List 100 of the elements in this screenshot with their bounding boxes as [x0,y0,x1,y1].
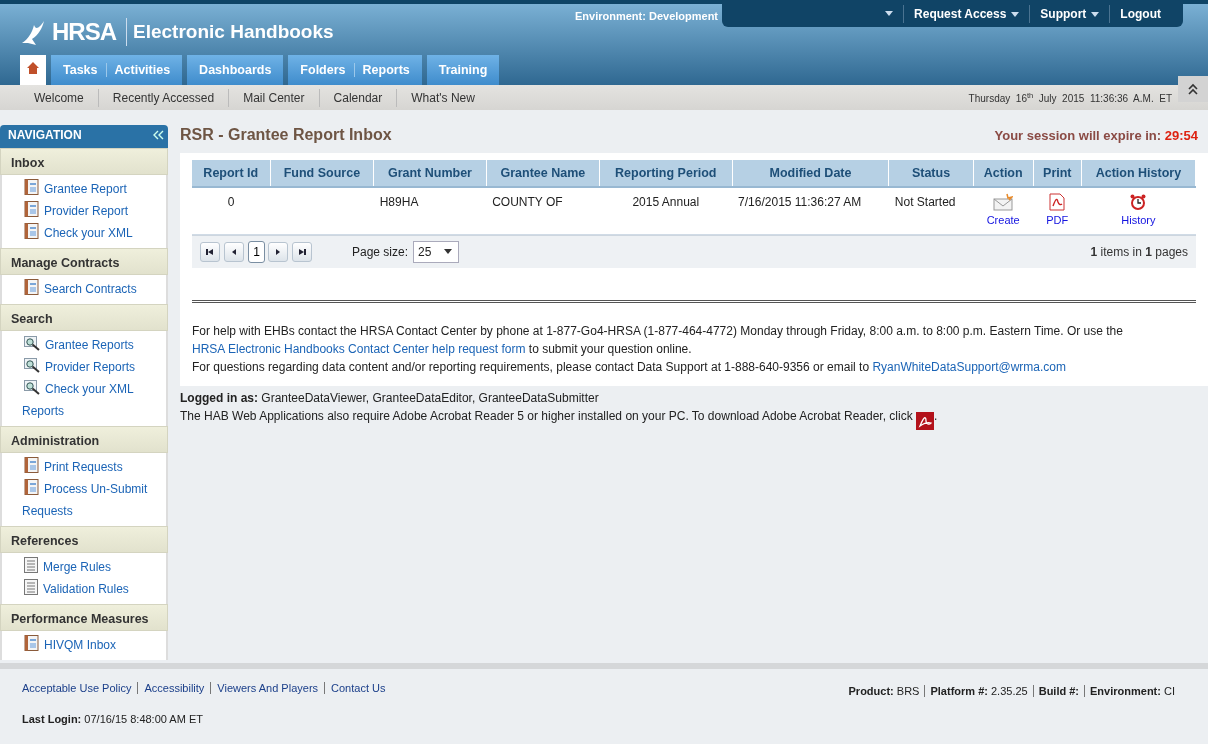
navigation-title: NAVIGATION [8,128,82,142]
home-tab[interactable] [20,55,46,85]
subnav-link[interactable]: Welcome [20,88,98,107]
column-header: Report Id [192,159,271,188]
column-header: Reporting Period [599,159,733,188]
product-info: Build #: [1032,685,1085,697]
column-header: Action [973,159,1034,188]
top-link[interactable]: Support [1029,4,1110,23]
home-icon [26,61,40,75]
pager-arrow-icon [297,246,307,257]
alarm-clock-icon [1129,193,1148,212]
sidebar-section-header: References [0,526,168,553]
table-cell: COUNTY OF [486,187,600,235]
sidebar-link[interactable]: Check your XML [22,222,166,244]
table-cell: Not Started [888,187,974,235]
caret-icon[interactable] [885,11,894,16]
sidebar-section-header: Performance Measures [0,604,168,631]
table-cell: H89HA [373,187,487,235]
report-book-icon [24,201,39,217]
sidebar-link[interactable]: Provider Reports [22,356,166,378]
logged-in-text: Logged in as: GranteeDataViewer, GranteeDataEditor, GranteeDataSubmitter [180,389,600,407]
sidebar-link[interactable]: Validation Rules [22,578,166,600]
document-lines-icon [24,557,38,573]
action-link[interactable]: Create [986,193,1020,229]
collapse-header-button[interactable] [1178,76,1208,102]
table-cell: 0 [192,187,271,235]
last-login: Last Login: 07/16/15 8:48:00 AM ET [22,712,204,727]
product-info: Product: BRS [847,685,921,697]
sidebar-section-header: Search [0,304,168,331]
page-title: RSR - Grantee Report Inbox [180,125,392,145]
footer-link[interactable]: Accessibility [137,682,211,694]
page-size-label: Page size: [352,243,409,261]
report-book-icon [24,223,39,239]
report-book-icon [24,457,39,473]
sidebar-section-header: Administration [0,426,168,453]
footer-link[interactable]: Acceptable Use Policy [22,682,138,694]
sidebar-link[interactable]: Check your XML Reports [22,378,166,422]
top-link[interactable]: Logout [1109,4,1171,23]
subnav-link[interactable]: Recently Accessed [97,88,229,107]
logo-text: HRSA [52,17,116,47]
first-page-button[interactable] [200,241,220,262]
sidebar-section-header: Inbox [0,148,168,175]
sidebar-link[interactable]: Print Requests [22,456,166,478]
report-book-icon [24,179,39,195]
acrobat-note-end: . [934,408,938,423]
date-time: Thursday 16$^{th}$ July 2015 11:36:36 A.M. ET [968,91,1172,106]
page-size-dropdown[interactable]: 25 [413,240,460,263]
acrobat-note: The HAB Web Applications also require Adobe Acrobat Reader 5 or higher installed on your PC. To download Adobe Acrobat Reader, click [180,408,914,423]
acrobat-download-link[interactable] [916,410,934,430]
help-link[interactable]: RyanWhiteDataSupport@wrma.com [872,359,1066,374]
app-title: Electronic Handbooks [126,17,334,47]
report-book-icon [24,635,39,651]
environment-label: Environment: Development [575,9,719,24]
product-info: Environment: CI [1084,685,1180,697]
page-number-button[interactable]: 1 [248,240,265,263]
action-link[interactable]: PDF [1046,193,1069,229]
pdf-document-icon [1048,193,1067,212]
subnav-link[interactable]: Mail Center [228,88,319,107]
session-timer: Your session will expire in: 29:54 [994,127,1198,145]
subnav-link[interactable]: What's New [396,88,489,107]
top-link[interactable]: Request Access [903,4,1030,23]
next-page-button[interactable] [268,241,288,262]
last-page-button[interactable] [292,241,312,262]
column-header: Grantee Name [486,159,600,188]
column-header: Print [1033,159,1082,188]
collapse-sidebar-button[interactable] [152,129,164,141]
help-paragraph: For help with EHBs contact the HRSA Contact Center by phone at 1-877-Go4-HRSA (1-877-464-4772) Monday through Friday, 8:00 a.m. to 8:00 p.m. Eastern Time. Or use the HRSA Electronic Handbooks Contact Center help request form to submit your question online. [192,322,1124,358]
column-header: Modified Date [732,159,889,188]
pager-arrow-icon [205,246,215,257]
magnifier-document-icon [24,380,40,395]
magnifier-document-icon [24,358,40,373]
help-paragraph: For questions regarding data content and/or reporting requirements, please contact Data Support at 1-888-640-9356 or email to RyanWhiteDataSupport@wrma.com [192,358,1067,376]
column-header: Status [888,159,974,188]
sidebar-link[interactable]: Process Un-Submit Requests [22,478,166,522]
help-link[interactable]: HRSA Electronic Handbooks Contact Center help request form [192,341,526,356]
report-book-icon [24,479,39,495]
envelope-icon [993,193,1014,212]
product-info: Platform #: 2.35.25 [924,685,1033,697]
column-header: Fund Source [270,159,374,188]
table-cell: 7/16/2015 11:36:27 AM [732,187,889,235]
action-link[interactable]: History [1121,193,1156,229]
double-chevron-up-icon [1187,82,1199,96]
previous-page-button[interactable] [224,241,244,262]
sidebar-link[interactable]: Provider Report [22,200,166,222]
magnifier-document-icon [24,336,40,351]
sidebar-link[interactable]: Grantee Reports [22,334,166,356]
acrobat-icon [916,411,934,430]
sidebar-link[interactable]: Merge Rules [22,556,166,578]
column-header: Action History [1081,159,1196,188]
pager-summary: 1 items in 1 pages [1090,243,1188,261]
sidebar-section-header: Manage Contracts [0,248,168,275]
table-cell: 2015 Annual [599,187,733,235]
document-lines-icon [24,579,38,595]
report-book-icon [24,279,39,295]
double-chevron-left-icon [152,129,164,141]
footer-link[interactable]: Contact Us [324,682,392,694]
column-header: Grant Number [373,159,487,188]
footer-link[interactable]: Viewers And Players [210,682,325,694]
sidebar-link[interactable]: Grantee Report [22,178,166,200]
subnav-link[interactable]: Calendar [318,88,397,107]
